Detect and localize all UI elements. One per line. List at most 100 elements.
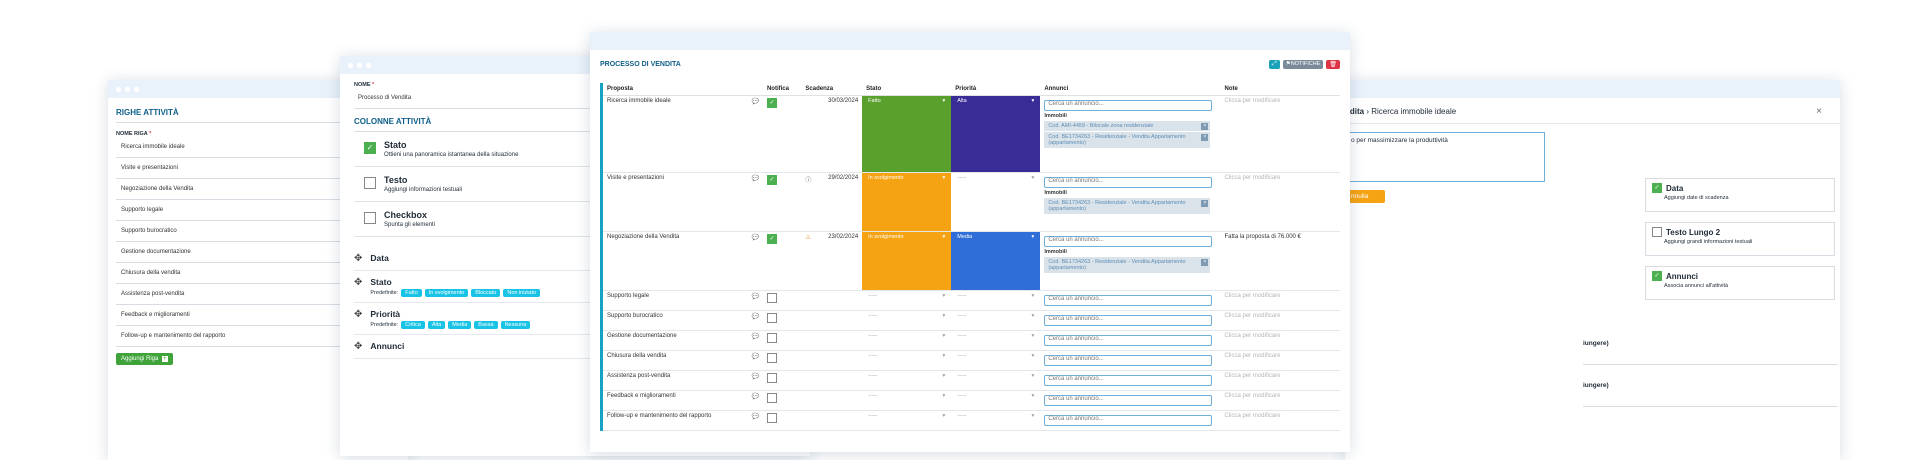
note-placeholder[interactable]: Clicca per modificare <box>1225 98 1281 104</box>
remove-icon[interactable]: × <box>1201 134 1209 141</box>
column-checkbox[interactable]: ✓ <box>1652 271 1662 281</box>
note-value[interactable]: Fatta la proposta di 76.000 € <box>1225 234 1301 240</box>
priority-select[interactable]: ----- ▾ <box>951 411 1040 428</box>
comment-icon[interactable]: 💬 <box>751 293 758 300</box>
predefined-tag[interactable]: Bassa <box>474 321 498 329</box>
notify-checkbox[interactable]: ✓ <box>766 175 777 185</box>
row-name[interactable]: Follow-up e mantenimento del rapporto <box>607 413 711 420</box>
column-header[interactable]: Annunci <box>1040 83 1221 96</box>
annuncio-item[interactable]: Cod. BE1734263 - Residenziale - Vendita … <box>1044 198 1211 214</box>
column-checkbox[interactable] <box>364 212 376 224</box>
priority-select[interactable]: Alta ▾ <box>951 96 1041 172</box>
priority-select[interactable]: ----- ▾ <box>951 291 1040 308</box>
priority-select[interactable]: ----- ▾ <box>951 351 1040 368</box>
due-date[interactable]: 30/03/2024 <box>828 98 858 104</box>
status-select[interactable]: ----- ▾ <box>862 411 951 428</box>
comment-icon[interactable]: 💬 <box>751 175 758 182</box>
annunci-search-input[interactable]: Cerca un annuncio... <box>1044 415 1213 426</box>
note-placeholder[interactable]: Clicca per modificare <box>1225 293 1281 299</box>
column-checkbox[interactable]: ✓ <box>364 142 376 154</box>
row-name[interactable]: Gestione documentazione <box>607 333 677 340</box>
column-header[interactable]: Stato <box>862 83 952 96</box>
note-placeholder[interactable]: Clicca per modificare <box>1225 333 1281 339</box>
notify-checkbox[interactable]: ✓ <box>766 234 777 244</box>
column-type-card[interactable]: ✓ Data Aggiungi date di scadenza <box>1645 178 1835 212</box>
row-name[interactable]: Supporto legale <box>607 293 649 300</box>
close-icon[interactable]: × <box>1816 106 1822 117</box>
column-header[interactable]: Note <box>1220 83 1340 96</box>
priority-select[interactable]: ----- ▾ <box>951 391 1040 408</box>
status-select[interactable]: ----- ▾ <box>862 291 951 308</box>
drag-handle-icon[interactable]: ✥ <box>354 341 362 352</box>
column-header[interactable]: Scadenza <box>801 83 863 96</box>
due-date[interactable]: 23/02/2024 <box>828 234 858 241</box>
add-row-button[interactable]: Aggiungi Riga + <box>116 353 173 365</box>
status-select[interactable]: Fatto ▾ <box>862 96 952 172</box>
notify-checkbox[interactable] <box>766 413 777 423</box>
status-select[interactable]: In svolgimento ▾ <box>862 173 952 231</box>
annunci-search-input[interactable]: Cerca un annuncio... <box>1044 236 1213 247</box>
status-select[interactable]: ----- ▾ <box>862 391 951 408</box>
drag-handle-icon[interactable]: ✥ <box>354 309 362 328</box>
status-select[interactable]: ----- ▾ <box>862 351 951 368</box>
column-header[interactable]: Priorità <box>951 83 1041 96</box>
predefined-tag[interactable]: In svolgimento <box>424 289 469 297</box>
drag-handle-icon[interactable]: ✥ <box>354 253 362 264</box>
row-name[interactable]: Supporto burocratico <box>607 313 663 320</box>
status-select[interactable]: ----- ▾ <box>862 371 951 388</box>
annuncio-item[interactable]: Cod. BE1734263 - Residenziale - Vendita … <box>1044 257 1211 273</box>
predefined-tag[interactable]: Alta <box>427 321 446 329</box>
annuncio-item[interactable]: Cod. AMI-4459 - Bilocale zona residenzia… <box>1044 121 1211 131</box>
notify-checkbox[interactable] <box>766 373 777 383</box>
column-checkbox[interactable] <box>1652 227 1662 237</box>
annunci-search-input[interactable]: Cerca un annuncio... <box>1044 335 1213 346</box>
annunci-search-input[interactable]: Cerca un annuncio... <box>1044 100 1213 111</box>
comment-icon[interactable]: 💬 <box>751 413 758 420</box>
annunci-search-input[interactable]: Cerca un annuncio... <box>1044 375 1213 386</box>
notifications-button[interactable]: ⚑NOTIFICHE <box>1282 60 1324 69</box>
column-header[interactable]: Proposta <box>603 83 763 96</box>
annunci-search-input[interactable]: Cerca un annuncio... <box>1044 395 1213 406</box>
remove-icon[interactable]: × <box>1201 200 1209 207</box>
notify-checkbox[interactable] <box>766 393 777 403</box>
remove-icon[interactable]: × <box>1201 259 1209 266</box>
status-select[interactable]: ----- ▾ <box>862 331 951 348</box>
column-checkbox[interactable] <box>364 177 376 189</box>
status-select[interactable]: ----- ▾ <box>862 311 951 328</box>
column-header[interactable]: Notifica <box>762 83 802 96</box>
annunci-search-input[interactable]: Cerca un annuncio... <box>1044 355 1213 366</box>
notify-checkbox[interactable] <box>766 353 777 363</box>
notify-checkbox[interactable]: ✓ <box>766 98 777 108</box>
predefined-tag[interactable]: Bloccato <box>471 289 501 297</box>
column-type-card[interactable]: Testo Lungo 2 Aggiungi grandi informazion… <box>1645 222 1835 256</box>
predefined-tag[interactable]: Critica <box>401 321 425 329</box>
comment-icon[interactable]: 💬 <box>751 353 758 360</box>
description-textarea[interactable]: o per massimizzare la produttività <box>1345 132 1545 182</box>
annunci-search-input[interactable]: Cerca un annuncio... <box>1044 177 1213 188</box>
due-date[interactable]: 29/02/2024 <box>828 175 858 184</box>
predefined-tag[interactable]: Media <box>448 321 472 329</box>
note-placeholder[interactable]: Clicca per modificare <box>1225 175 1281 181</box>
predefined-tag[interactable]: Fatto <box>401 289 422 297</box>
row-name[interactable]: Ricerca immobile ideale <box>607 98 671 105</box>
comment-icon[interactable]: 💬 <box>751 313 758 320</box>
notify-checkbox[interactable] <box>766 333 777 343</box>
notify-checkbox[interactable] <box>766 313 777 323</box>
priority-select[interactable]: ----- ▾ <box>951 331 1040 348</box>
expand-button[interactable]: ⤢ <box>1268 60 1280 69</box>
priority-select[interactable]: Media ▾ <box>951 232 1041 290</box>
comment-icon[interactable]: 💬 <box>751 234 758 241</box>
annunci-search-input[interactable]: Cerca un annuncio... <box>1044 315 1213 326</box>
note-placeholder[interactable]: Clicca per modificare <box>1225 313 1281 319</box>
row-name[interactable]: Chiusura della vendita <box>607 353 666 360</box>
cancel-button[interactable]: nnulla <box>1345 190 1385 203</box>
comment-icon[interactable]: 💬 <box>751 373 758 380</box>
predefined-tag[interactable]: Nessuna <box>500 321 531 329</box>
predefined-tag[interactable]: Non iniziato <box>503 289 541 297</box>
note-placeholder[interactable]: Clicca per modificare <box>1225 413 1281 419</box>
comment-icon[interactable]: 💬 <box>751 98 758 105</box>
annunci-search-input[interactable]: Cerca un annuncio... <box>1044 295 1213 306</box>
comment-icon[interactable]: 💬 <box>751 393 758 400</box>
comment-icon[interactable]: 💬 <box>751 333 758 340</box>
priority-select[interactable]: ----- ▾ <box>951 311 1040 328</box>
